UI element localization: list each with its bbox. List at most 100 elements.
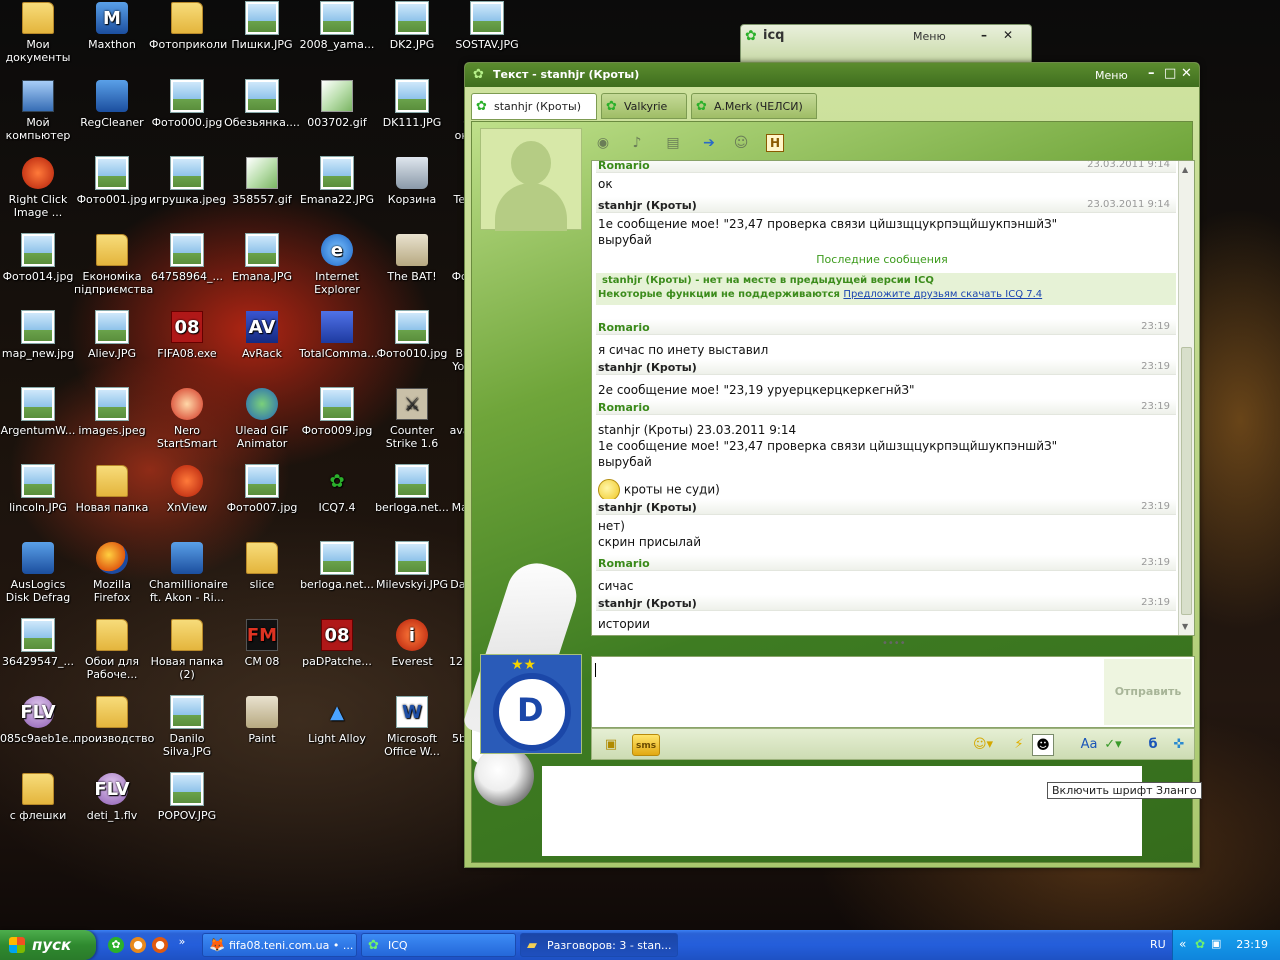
desktop-icon[interactable]: производство [74,696,154,745]
desktop-icon[interactable]: slice [224,542,300,591]
desktop-icon[interactable]: berloga.net... [374,465,450,514]
language-indicator[interactable]: RU [1150,938,1166,951]
chevron-right-icon[interactable]: » [176,934,188,950]
start-button[interactable]: пуск [0,930,96,960]
desktop-icon[interactable]: Фото000.jpg [149,80,225,129]
minimize-icon[interactable]: – [981,28,987,42]
desktop-icon[interactable]: XnView [149,465,225,514]
desktop-icon[interactable]: images.jpeg [74,388,150,437]
icq-quicklaunch-icon[interactable]: ✿ [108,937,124,953]
desktop-icon[interactable]: AV AvRack [224,311,300,360]
desktop-icon[interactable]: ✿ ICQ7.4 [299,465,375,514]
icq-tray-icon[interactable]: ✿ [1195,937,1205,951]
message-input[interactable]: Отправить [591,656,1195,728]
browser-quicklaunch-icon[interactable]: ● [130,937,146,953]
tab-amerk[interactable]: ✿ A.Merk (ЧЕЛСИ) [691,93,817,119]
ad-banner[interactable] [542,766,1142,856]
desktop-icon[interactable]: ⚔ Counter Strike 1.6 [374,388,450,450]
desktop-icon[interactable]: map_new.jpg [0,311,76,360]
avatar[interactable] [480,128,582,231]
desktop-icon[interactable]: FLV 085c9aeb1e... [0,696,79,745]
desktop-icon[interactable]: Emana.JPG [224,234,300,283]
desktop-icon[interactable]: игрушка.jpeg [149,157,226,206]
desktop-icon[interactable]: Обои для Рабоче... [74,619,150,681]
copy-icon[interactable]: ▤ [662,132,684,154]
desktop-icon[interactable]: 2008_yama... [299,2,375,51]
zlango-icon[interactable]: ☻ [1032,734,1054,756]
desktop-icon[interactable]: DK2.JPG [374,2,450,51]
desktop-icon[interactable]: Новая папка (2) [149,619,225,681]
desktop-icon[interactable]: The BAT! [374,234,450,283]
desktop-icon[interactable]: SOSTAV.JPG [449,2,525,51]
desktop-icon[interactable]: Ulead GIF Animator [224,388,300,450]
desktop-icon[interactable]: e Internet Explorer [299,234,375,296]
desktop-icon[interactable]: Мои документы [0,2,76,64]
desktop-icon[interactable]: Мой компьютер [0,80,76,142]
chevron-left-icon[interactable]: « [1179,937,1186,951]
desktop-icon[interactable]: ArgentumW... [0,388,76,437]
sender-name[interactable]: Romario [598,161,650,172]
desktop-icon[interactable]: 003702.gif [299,80,375,129]
scroll-up-icon[interactable]: ▲ [1182,165,1188,174]
desktop-icon[interactable]: FLV deti_1.flv [74,773,150,822]
microphone-icon[interactable]: ♪ [626,132,648,154]
desktop-icon[interactable]: Фотоприколи [149,2,227,51]
desktop-icon[interactable]: с флешки [0,773,76,822]
close-icon[interactable]: ✕ [1181,66,1192,81]
task-firefox[interactable]: 🦊 fifa08.teni.com.ua • ... [202,933,357,957]
tab-stanhjr[interactable]: ✿ stanhjr (Кроты) [471,93,597,120]
desktop-icon[interactable]: i Everest [374,619,450,668]
firefox-quicklaunch-icon[interactable]: ● [152,937,168,953]
desktop-icon[interactable]: 08 FIFA08.exe [149,311,225,360]
sender-name[interactable]: stanhjr (Кроты) [598,597,697,610]
desktop-icon[interactable]: Chamillionaire ft. Akon - Ri... [149,542,228,604]
desktop-icon[interactable]: Корзина [374,157,450,206]
desktop-icon[interactable]: POPOV.JPG [149,773,225,822]
desktop-icon[interactable]: RegCleaner [74,80,150,129]
close-icon[interactable]: ✕ [1003,28,1013,42]
desktop-icon[interactable]: 64758964_... [149,234,225,283]
file-transfer-icon[interactable]: ➔ [698,132,720,154]
desktop-icon[interactable]: ▲ Light Alloy [299,696,375,745]
desktop-icon[interactable]: Економіка підприємства [74,234,153,296]
desktop-icon[interactable]: Фото014.jpg [0,234,76,283]
send-button[interactable]: Отправить [1104,659,1192,725]
desktop-icon[interactable]: Emana22.JPG [299,157,375,206]
gamepad-icon[interactable]: ✜ [1168,734,1190,756]
desktop-icon[interactable]: Пишки.JPG [224,2,300,51]
desktop-icon[interactable]: Right Click Image ... [0,157,76,219]
desktop-icon[interactable]: lincoln.JPG [0,465,76,514]
desktop-icon[interactable]: berloga.net... [299,542,375,591]
sender-name[interactable]: stanhjr (Кроты) [598,199,697,212]
download-icq-link[interactable]: Предложите друзьям скачать ICQ 7.4 [843,289,1042,300]
desktop-icon[interactable]: 08 paDPatche... [299,619,375,668]
desktop-icon[interactable]: TotalComma... [299,311,378,360]
icq-main-menu[interactable]: Меню [913,30,946,43]
desktop-icon[interactable]: Paint [224,696,300,745]
desktop-icon[interactable]: Фото001.jpg [74,157,150,206]
desktop-icon[interactable]: W Microsoft Office W... [374,696,450,758]
smiley-icon[interactable]: ☺▾ [972,734,994,756]
webcam-icon[interactable]: ◉ [592,132,614,154]
sender-name[interactable]: stanhjr (Кроты) [598,361,697,374]
sender-name[interactable]: Romario [598,557,650,570]
desktop-icon[interactable]: 36429547_... [0,619,76,668]
sender-name[interactable]: stanhjr (Кроты) [598,501,697,514]
desktop-icon[interactable]: FM CM 08 [224,619,300,668]
spellcheck-icon[interactable]: ✓▾ [1102,734,1124,756]
desktop-icon[interactable]: DK111.JPG [374,80,450,129]
chat-menu[interactable]: Меню [1095,69,1128,82]
task-chat[interactable]: ▰ Разговоров: 3 - stan... [520,933,678,957]
history-icon[interactable]: H [766,134,784,152]
translate-icon[interactable]: б [1142,734,1164,756]
lightning-icon[interactable]: ⚡ [1008,734,1030,756]
tab-valkyrie[interactable]: ✿ Valkyrie [601,93,687,119]
desktop-icon[interactable]: Обезьянка.... [224,80,300,129]
desktop-icon[interactable]: Milevskyi.JPG [374,542,450,591]
desktop-icon[interactable]: M Maxthon [74,2,150,51]
desktop-icon[interactable]: Фото009.jpg [299,388,375,437]
contact-card-icon[interactable]: ▣ [600,734,622,756]
font-icon[interactable]: Aa [1078,734,1100,756]
desktop-icon[interactable]: Фото007.jpg [224,465,300,514]
desktop-icon[interactable]: Фото010.jpg [374,311,450,360]
